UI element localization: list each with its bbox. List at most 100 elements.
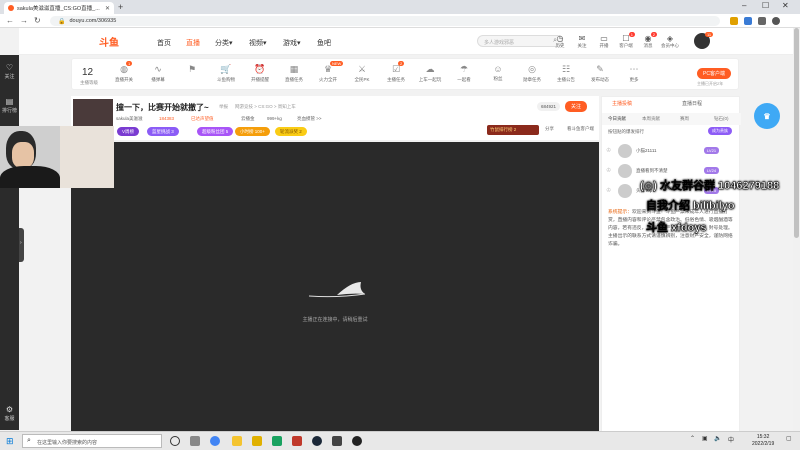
toolbar-item[interactable]: ▦ 直播任务 (280, 64, 308, 83)
challenge-pill[interactable]: 蓝星挑战 3 (147, 127, 179, 136)
share-link[interactable]: 分享 (545, 126, 554, 132)
windows-start-icon[interactable]: ⊞ (6, 436, 14, 447)
anchor-avatar[interactable] (73, 99, 113, 127)
toolbar-item[interactable]: ☺ 粉丝 (484, 64, 512, 82)
event-badge-icon[interactable]: ♛ (752, 96, 782, 136)
toolbar-item[interactable]: ⋯ 更多 (620, 64, 648, 83)
nav-home[interactable]: 首页 (157, 38, 171, 48)
close-window-button[interactable]: ✕ (782, 1, 789, 10)
back-icon[interactable]: ← (6, 16, 14, 25)
toolbar-item[interactable]: ⚔ 全民PK (348, 64, 376, 83)
douyu-logo[interactable]: 斗鱼 (99, 34, 119, 49)
toolbar-item[interactable]: ◎ 勋章任务 (518, 64, 546, 83)
subtab-season[interactable]: 赛周 (680, 116, 689, 122)
loading-text: 主播正在连接中，请稍后重试 (302, 317, 368, 323)
minimize-button[interactable]: – (742, 1, 746, 10)
pc-client-button[interactable]: PC客户端 (697, 68, 731, 79)
network-icon[interactable]: ▣ (702, 435, 708, 442)
rank-chip[interactable]: 竹鼠排行榜 2 (487, 125, 539, 135)
task-view-icon[interactable] (190, 436, 200, 446)
hour-rank-pill[interactable]: 小时榜 100+ (235, 127, 270, 136)
app-icon[interactable] (352, 436, 362, 446)
toolbar-item[interactable]: ⏰ 开播提醒 (246, 64, 274, 83)
toolbar-item-label: 主播公告 (557, 77, 575, 82)
subtab-today[interactable]: 今日贡献 (608, 116, 626, 122)
url-input[interactable]: 🔒 douyu.com/306935 (50, 16, 720, 26)
tab-schedule[interactable]: 直播日程 (682, 100, 702, 107)
anchor-name[interactable]: sakula美滋滋 (116, 116, 143, 122)
reload-icon[interactable]: ↻ (34, 16, 41, 25)
report-link[interactable]: 举报 (219, 104, 228, 110)
tab-close-icon[interactable]: ✕ (105, 5, 110, 12)
file-explorer-icon[interactable] (232, 436, 242, 446)
puzzle-icon[interactable] (758, 17, 766, 25)
toolbar-item[interactable]: ✎ 发布动态 (586, 64, 614, 83)
level-badge: LV24 (704, 167, 720, 174)
tray-chevron-icon[interactable]: ⌃ (690, 435, 695, 442)
app-icon[interactable] (272, 436, 282, 446)
lottery-pill[interactable]: 轮流派奖 2 (275, 127, 307, 136)
page-scrollbar[interactable] (793, 28, 800, 431)
header-client[interactable]: ☐ 客户端 1 (615, 32, 637, 49)
toolbar-item-label: 播弹幕 (151, 77, 165, 82)
toolbar-item[interactable]: ☑ 主播任务 2 (382, 61, 410, 83)
anchor-level: 12 (82, 67, 94, 78)
rail-ranking[interactable]: ▤ 排行榜 (0, 97, 19, 114)
header-history[interactable]: ◷ 历史 (549, 34, 571, 49)
chrome-icon[interactable] (210, 436, 220, 446)
new-tab-button[interactable]: + (118, 2, 123, 12)
profile-icon[interactable] (772, 17, 780, 25)
subtab-diamond[interactable]: 钻石(0) (714, 116, 729, 122)
room-meta-3[interactable]: 亮血摸管 >> (297, 116, 322, 122)
toolbar-item[interactable]: ☷ 主播公告 (552, 64, 580, 83)
toolbar-item[interactable]: 🛒 斗鱼购物 (212, 64, 240, 83)
rail-follow[interactable]: ♡ 关注 (0, 63, 19, 80)
list-item[interactable]: ♔ 小猫21111 LV21 (606, 143, 737, 159)
notification-center-icon[interactable]: ▢ (786, 435, 792, 442)
header-follow[interactable]: ✉ 关注 (571, 34, 593, 49)
taskbar-search-input[interactable]: ⌕ 在这里输入你要搜索的内容 (22, 434, 162, 448)
toolbar-item[interactable]: ♛ 火力全开 NEW (314, 61, 344, 83)
ime-icon[interactable]: 中 (728, 435, 734, 444)
browser-tab[interactable]: sakula美滋滋直播_CS:GO直播_... ✕ (4, 2, 114, 14)
cortana-icon[interactable] (170, 436, 180, 446)
fan-club-pill[interactable]: 超级粉丝团 5 (197, 127, 234, 136)
toolbar-item[interactable]: ☂ 一起看 (450, 64, 478, 83)
maximize-button[interactable]: ☐ (762, 1, 769, 10)
nav-game[interactable]: 游戏▾ (283, 38, 301, 48)
video-player[interactable]: 主播正在连接中，请稍后重试 (71, 142, 599, 432)
header-messages[interactable]: ◉ 消息 2 (637, 32, 659, 49)
notice-label: 系统提示： (608, 210, 632, 215)
nav-fishbar[interactable]: 鱼吧 (317, 38, 331, 48)
steam-icon[interactable] (312, 436, 322, 446)
subtab-week[interactable]: 本周贡献 (642, 116, 660, 122)
client-link[interactable]: 看斗鱼客户端 (567, 126, 594, 132)
room-category[interactable]: 网游竞技 > CS:GO > 周知上车 (235, 104, 296, 110)
room-meta-2: 999+kg (267, 116, 282, 121)
scrollbar-thumb[interactable] (794, 28, 799, 238)
follow-button[interactable]: 关注 (565, 101, 588, 112)
nav-live[interactable]: 直播 (186, 38, 200, 48)
system-clock[interactable]: 15:32 2022/2/19 (752, 434, 774, 448)
toolbar-item[interactable]: ☁ 上车一起玩 (416, 64, 444, 83)
app-icon[interactable] (292, 436, 302, 446)
toolbar-item[interactable]: ∿ 播弹幕 (144, 64, 172, 83)
app-icon[interactable] (332, 436, 342, 446)
app-icon[interactable] (252, 436, 262, 446)
clock-date: 2022/2/19 (752, 441, 775, 447)
volume-icon[interactable]: 🔈 (714, 435, 721, 442)
extension-icon[interactable] (744, 17, 752, 25)
header-broadcast[interactable]: ▭ 开播 (593, 34, 615, 49)
level-badge: LV21 (704, 147, 720, 154)
nav-video[interactable]: 视频▾ (249, 38, 267, 48)
become-noble-button[interactable]: 成为贵族 (708, 127, 732, 135)
rail-service[interactable]: ⚙ 客服 (0, 405, 19, 422)
week-rank-pill[interactable]: V周榜 (117, 127, 140, 136)
toolbar-item[interactable]: ◍ 直播开关 1 (110, 61, 138, 83)
header-vip[interactable]: ◈ 会员中心 (659, 34, 681, 49)
forward-icon[interactable]: → (20, 16, 28, 25)
extension-icon[interactable] (730, 17, 738, 25)
nav-category[interactable]: 分类▾ (215, 38, 233, 48)
toolbar-item[interactable]: ⚑ (178, 64, 206, 77)
tab-anchor-posts[interactable]: 主播投稿 (612, 100, 632, 107)
